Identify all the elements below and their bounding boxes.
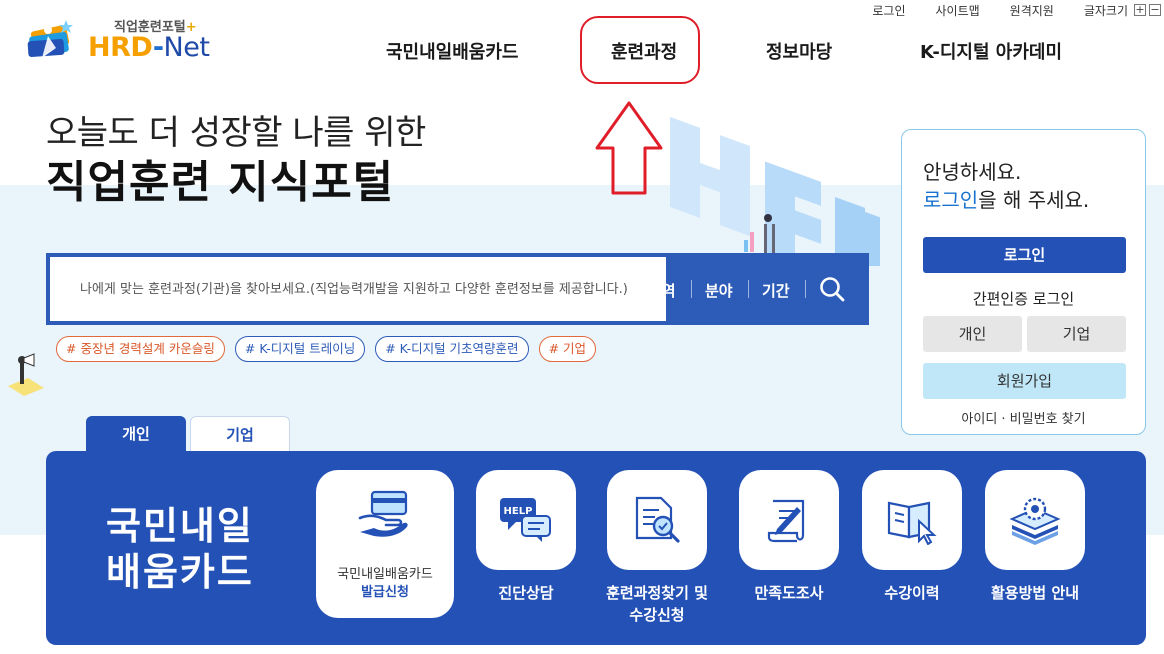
megaphone-figure-icon: [8, 353, 44, 396]
course-search-label-line2: 수강신청: [629, 606, 685, 624]
service-panel: 국민내일 배움카드 국민내일배움카드 발급신청 HELP 진단상담 훈련과정찾기…: [46, 451, 1146, 645]
utility-remote-link[interactable]: 원격지원: [1010, 2, 1054, 19]
gear-stack-icon: [1009, 497, 1061, 545]
easy-auth-title: 간편인증 로그인: [972, 290, 1075, 308]
guide-label: 활용방법 안내: [990, 584, 1080, 602]
panel-title: 국민내일 배움카드: [106, 503, 254, 595]
logo-mark-icon: [27, 20, 73, 58]
search-icon[interactable]: [818, 275, 846, 303]
course-search-label-line1: 훈련과정찾기 및: [606, 584, 708, 602]
course-search-label: 훈련과정찾기 및 수강신청: [587, 582, 727, 626]
highlight-box: [580, 16, 700, 84]
help-chat-icon: HELP: [500, 498, 551, 542]
logo-brand-net: Net: [163, 32, 210, 63]
login-prompt: 로그인을 해 주세요.: [923, 184, 1089, 213]
login-panel: 안녕하세요. 로그인을 해 주세요. 로그인 간편인증 로그인 개인 기업 회원…: [901, 129, 1146, 435]
featured-sublabel: 발급신청: [361, 585, 409, 600]
font-size-label: 글자크기: [1083, 3, 1128, 18]
filter-region[interactable]: 지역: [648, 280, 676, 301]
hrd-3d-illustration-icon: [670, 116, 880, 266]
document-search-icon: [635, 496, 680, 543]
search-input[interactable]: [50, 257, 666, 321]
hashtag-item[interactable]: # 중장년 경력설계 카운슬링: [56, 336, 225, 362]
history-tile[interactable]: [862, 470, 962, 570]
panel-title-line2: 배움카드: [106, 550, 254, 594]
hashtag-item[interactable]: # 기업: [538, 336, 597, 362]
utility-login-link[interactable]: 로그인: [872, 2, 905, 19]
hrd-net-logo[interactable]: 직업훈련포털+ HRD-Net: [26, 14, 226, 64]
tab-personal[interactable]: 개인: [86, 416, 186, 452]
easy-auth-personal-button[interactable]: 개인: [923, 316, 1022, 352]
search-bar: 지역 분야 기간: [46, 253, 869, 325]
featured-label: 국민내일배움카드: [337, 567, 433, 582]
survey-tile[interactable]: [739, 470, 839, 570]
login-prompt-link[interactable]: 로그인: [923, 188, 978, 212]
nav-info-hub[interactable]: 정보마당: [766, 38, 832, 64]
greeting-text: 안녕하세요.: [923, 160, 1022, 184]
guide-tile[interactable]: [985, 470, 1085, 570]
login-button[interactable]: 로그인: [923, 237, 1126, 273]
hero-title: 직업훈련 지식포털: [46, 157, 395, 208]
card-hand-icon: [358, 490, 408, 537]
join-button[interactable]: 회원가입: [923, 363, 1126, 399]
font-size-increase-button[interactable]: +: [1134, 4, 1146, 16]
course-search-tile[interactable]: [607, 470, 707, 570]
filter-divider: [748, 280, 749, 298]
tab-company[interactable]: 기업: [190, 416, 290, 452]
consulting-tile[interactable]: HELP: [476, 470, 576, 570]
utility-bar: 로그인 사이트맵 원격지원 글자크기 + −: [872, 2, 1164, 18]
font-size-decrease-button[interactable]: −: [1149, 4, 1161, 16]
open-book-cursor-icon: [887, 501, 937, 545]
hashtag-item[interactable]: # K-디지털 기초역량훈련: [375, 336, 529, 362]
card-apply-tile[interactable]: 국민내일배움카드 발급신청: [316, 470, 454, 618]
hashtag-item[interactable]: # K-디지털 트레이닝: [234, 336, 366, 362]
panel-title-line1: 국민내일: [106, 504, 254, 548]
consulting-label: 진단상담: [498, 584, 554, 602]
survey-label: 만족도조사: [754, 584, 824, 602]
login-prompt-text: 을 해 주세요.: [978, 188, 1090, 212]
filter-period[interactable]: 기간: [762, 280, 790, 301]
easy-auth-company-button[interactable]: 기업: [1027, 316, 1126, 352]
hashtag-list: # 중장년 경력설계 카운슬링 # K-디지털 트레이닝 # K-디지털 기초역…: [56, 336, 606, 362]
nav-national-card[interactable]: 국민내일배움카드: [386, 38, 518, 64]
logo-brand-dash: -: [152, 32, 164, 63]
nav-k-digital-academy[interactable]: K-디지털 아카데미: [920, 38, 1062, 64]
utility-sitemap-link[interactable]: 사이트맵: [935, 2, 979, 19]
history-label: 수강이력: [884, 584, 940, 602]
filter-divider: [691, 280, 692, 298]
filter-field[interactable]: 분야: [705, 280, 733, 301]
find-id-password-link[interactable]: 아이디 · 비밀번호 찾기: [902, 408, 1145, 427]
filter-divider: [805, 280, 806, 298]
logo-brand-hrd: HRD: [88, 32, 153, 63]
scroll-pen-icon: [767, 499, 805, 543]
